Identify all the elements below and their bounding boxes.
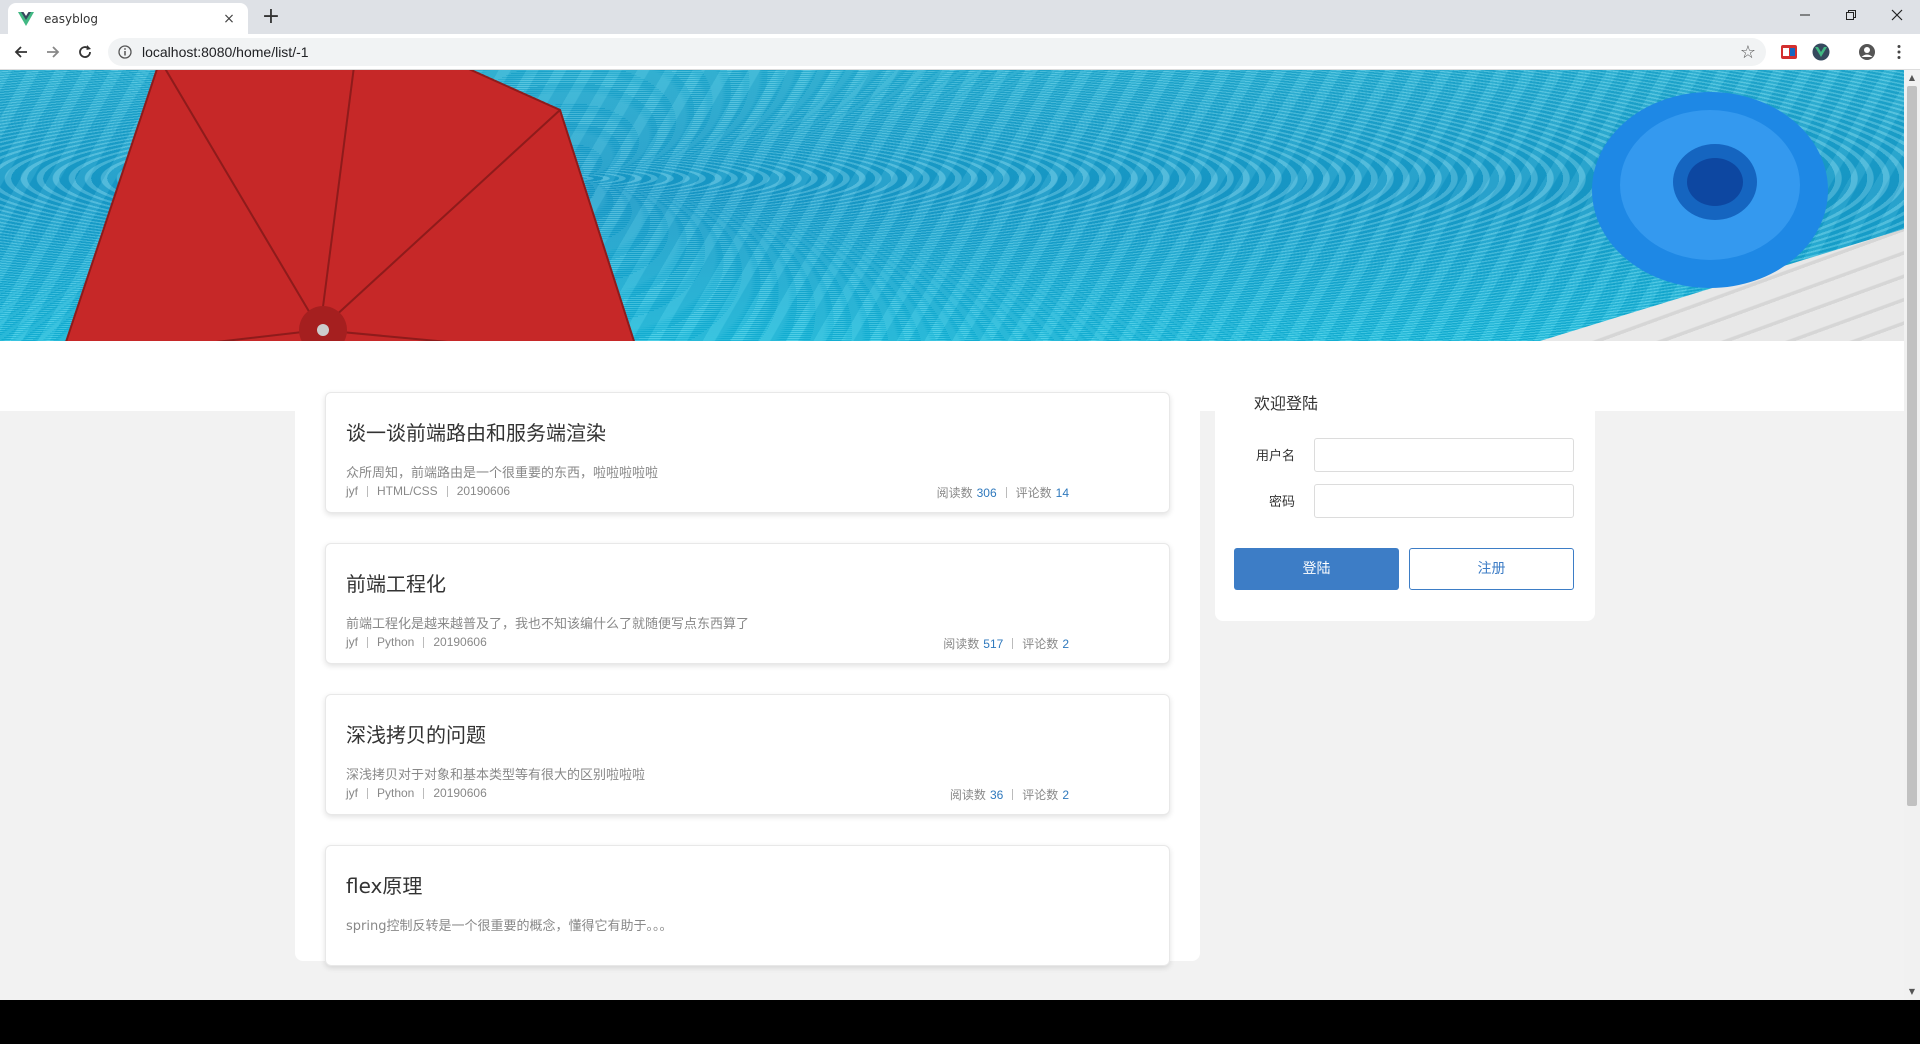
password-label: 密码 bbox=[1268, 495, 1295, 510]
reads-label: 阅读数 bbox=[943, 637, 980, 651]
article-list-panel: 谈一谈前端路由和服务端渲染 众所周知，前端路由是一个很重要的东西，啦啦啦啦啦 j… bbox=[295, 361, 1200, 966]
tab-strip: easyblog × + bbox=[0, 0, 1920, 34]
article-summary: spring控制反转是一个很重要的概念，懂得它有助于。。。 bbox=[346, 919, 673, 934]
comments-count: 2 bbox=[1062, 636, 1069, 651]
star-icon[interactable]: ☆ bbox=[1740, 42, 1756, 63]
reads-label: 阅读数 bbox=[949, 788, 986, 802]
article-title[interactable]: 深浅拷贝的问题 bbox=[346, 719, 486, 748]
reads-count: 306 bbox=[976, 485, 997, 500]
username-input[interactable] bbox=[1314, 438, 1574, 472]
extension-icon[interactable] bbox=[1780, 43, 1798, 61]
umbrella-image bbox=[65, 70, 635, 341]
window-controls bbox=[1782, 0, 1920, 30]
comments-label: 评论数 bbox=[1022, 788, 1059, 802]
article-category: Python bbox=[377, 635, 415, 649]
register-button[interactable]: 注册 bbox=[1409, 548, 1574, 590]
article-card[interactable]: flex原理 spring控制反转是一个很重要的概念，懂得它有助于。。。 bbox=[325, 845, 1170, 966]
comments-label: 评论数 bbox=[1022, 637, 1059, 651]
article-meta: jyf Python 20190606 bbox=[346, 635, 487, 649]
forward-icon[interactable] bbox=[40, 39, 66, 65]
article-author: jyf bbox=[346, 484, 358, 498]
article-stats: 阅读数 517 评论数 2 bbox=[943, 635, 1069, 652]
article-author: jyf bbox=[346, 635, 358, 649]
article-category: Python bbox=[377, 786, 415, 800]
login-button[interactable]: 登陆 bbox=[1234, 548, 1399, 590]
comments-count: 2 bbox=[1062, 787, 1069, 802]
article-title[interactable]: 前端工程化 bbox=[346, 568, 446, 597]
article-summary: 众所周知，前端路由是一个很重要的东西，啦啦啦啦啦 bbox=[346, 466, 659, 481]
minimize-icon[interactable] bbox=[1782, 0, 1828, 30]
close-window-icon[interactable] bbox=[1874, 0, 1920, 30]
browser-toolbar: localhost:8080/home/list/-1 ☆ bbox=[0, 34, 1920, 70]
article-card[interactable]: 深浅拷贝的问题 深浅拷贝对于对象和基本类型等有很大的区别啦啦啦 jyf Pyth… bbox=[325, 694, 1170, 815]
screen-bottom-bar bbox=[0, 1000, 1920, 1044]
menu-icon[interactable] bbox=[1890, 43, 1908, 61]
article-date: 20190606 bbox=[456, 484, 511, 498]
browser-tab[interactable]: easyblog × bbox=[8, 3, 248, 34]
article-date: 20190606 bbox=[433, 635, 487, 649]
tab-close-icon[interactable]: × bbox=[220, 11, 238, 27]
scroll-up-icon[interactable]: ▲ bbox=[1904, 70, 1920, 86]
article-card[interactable]: 谈一谈前端路由和服务端渲染 众所周知，前端路由是一个很重要的东西，啦啦啦啦啦 j… bbox=[325, 392, 1170, 513]
new-tab-button[interactable]: + bbox=[258, 5, 284, 31]
tab-title: easyblog bbox=[44, 11, 98, 26]
profile-icon[interactable] bbox=[1858, 43, 1876, 61]
address-bar[interactable]: localhost:8080/home/list/-1 ☆ bbox=[108, 38, 1766, 66]
article-title[interactable]: flex原理 bbox=[346, 870, 422, 899]
page-viewport: 首页 JavaScript Python HTML/CSS AI345 node… bbox=[0, 70, 1904, 1000]
back-icon[interactable] bbox=[8, 39, 34, 65]
article-category: HTML/CSS bbox=[377, 484, 438, 498]
login-title: 欢迎登陆 bbox=[1254, 394, 1319, 413]
info-icon[interactable] bbox=[118, 45, 132, 59]
url-text: localhost:8080/home/list/-1 bbox=[142, 44, 309, 60]
password-input[interactable] bbox=[1314, 484, 1574, 518]
login-panel: 欢迎登陆 用户名 密码 登陆 注册 bbox=[1215, 361, 1595, 621]
username-label: 用户名 bbox=[1255, 449, 1295, 464]
scroll-down-icon[interactable]: ▼ bbox=[1904, 984, 1920, 1000]
maximize-icon[interactable] bbox=[1828, 0, 1874, 30]
article-meta: jyf HTML/CSS 20190606 bbox=[346, 484, 510, 498]
reads-count: 36 bbox=[989, 787, 1004, 802]
article-date: 20190606 bbox=[433, 786, 487, 800]
article-title[interactable]: 谈一谈前端路由和服务端渲染 bbox=[346, 417, 606, 446]
article-stats: 阅读数 306 评论数 14 bbox=[937, 484, 1069, 501]
reload-icon[interactable] bbox=[72, 39, 98, 65]
scroll-thumb[interactable] bbox=[1907, 86, 1917, 806]
reads-count: 517 bbox=[983, 636, 1004, 651]
article-meta: jyf Python 20190606 bbox=[346, 786, 487, 800]
article-card[interactable]: 前端工程化 前端工程化是越来越普及了，我也不知该编什么了就随便写点东西算了 jy… bbox=[325, 543, 1170, 664]
comments-count: 14 bbox=[1055, 485, 1069, 500]
article-stats: 阅读数 36 评论数 2 bbox=[950, 786, 1069, 803]
article-summary: 前端工程化是越来越普及了，我也不知该编什么了就随便写点东西算了 bbox=[346, 617, 750, 632]
comments-label: 评论数 bbox=[1015, 486, 1052, 500]
swim-ring-image bbox=[1592, 92, 1828, 288]
article-summary: 深浅拷贝对于对象和基本类型等有很大的区别啦啦啦 bbox=[346, 768, 646, 783]
page-scrollbar[interactable]: ▲ ▼ bbox=[1904, 70, 1920, 1000]
vue-devtools-icon[interactable] bbox=[1812, 43, 1830, 61]
header-banner bbox=[0, 70, 1904, 341]
vue-favicon bbox=[18, 11, 34, 26]
article-author: jyf bbox=[346, 786, 358, 800]
reads-label: 阅读数 bbox=[936, 486, 973, 500]
